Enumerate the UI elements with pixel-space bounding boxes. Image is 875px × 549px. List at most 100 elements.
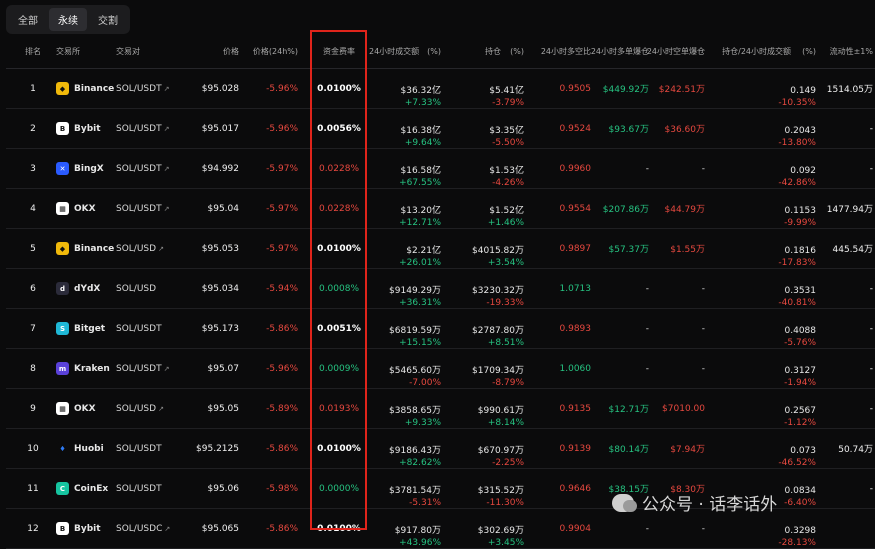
table-row[interactable]: 7 S Bitget SOL/USDT $95.173 -5.86% 0.0051% $681… [6, 309, 875, 349]
short-liq-cell: $7010.00 [662, 403, 705, 414]
rank-cell: 10 [27, 443, 39, 454]
table-row[interactable]: 12 B Bybit SOL/USDC ↗ $95.065 -5.86% 0.0100% $91… [6, 509, 875, 549]
exchange-name[interactable]: Binance [74, 244, 114, 254]
external-link-icon[interactable]: ↗ [164, 525, 170, 533]
header-change[interactable]: 价格(24h%) [246, 35, 298, 68]
volume-cell: $9149.29万 +36.31% [366, 269, 441, 308]
exchange-name[interactable]: OKX [74, 204, 96, 214]
table-row[interactable]: 2 B Bybit SOL/USDT ↗ $95.017 -5.96% 0.0056% $16.… [6, 109, 875, 149]
ls-cell: 0.9554 [559, 203, 592, 214]
table-row[interactable]: 10 ♦ Huobi SOL/USDT $95.2125 -5.86% 0.0100% $91… [6, 429, 875, 469]
header-long-short-ratio[interactable]: 24小时多空比 [531, 35, 591, 68]
table-row[interactable]: 6 d dYdX SOL/USD $95.034 -5.94% 0.0008% $9149.2… [6, 269, 875, 309]
price-cell: $95.034 [201, 283, 239, 294]
volume-change: +9.33% [404, 418, 441, 428]
watermark-text: 公众号 · 话李话外 [642, 495, 778, 515]
exchange-name[interactable]: Bitget [74, 324, 105, 334]
long-liq-cell: $80.14万 [608, 445, 650, 455]
table-row[interactable]: 1 ◆ Binance SOL/USDT ↗ $95.028 -5.96% 0.0100% $3… [6, 69, 875, 109]
rank-cell: 12 [27, 523, 39, 534]
pair-link[interactable]: SOL/USD [116, 244, 156, 254]
huobi-logo-icon: ♦ [56, 442, 69, 455]
oi-cell: $2787.80万 +8.51% [451, 309, 524, 348]
table-row[interactable]: 8 m Kraken SOL/USDT ↗ $95.07 -5.96% 0.0009% $546… [6, 349, 875, 389]
pair-link[interactable]: SOL/USDT [116, 164, 162, 174]
liquidity-cell: - [869, 283, 873, 294]
volume-value: $917.80万 [394, 526, 441, 536]
bybit-logo-icon: B [56, 122, 69, 135]
external-link-icon[interactable]: ↗ [164, 85, 170, 93]
liquidity-cell: 445.54万 [832, 245, 874, 255]
exchange-cell: ◆ Binance [56, 69, 116, 108]
header-funding-rate[interactable]: 资金费率 [309, 35, 369, 68]
oi-value: $1.53亿 [489, 166, 524, 176]
volume-cell: $13.20亿 +12.71% [366, 189, 441, 228]
exchange-name[interactable]: BingX [74, 164, 104, 174]
header-oi-volume[interactable]: 持仓/24小时成交额 [711, 35, 791, 68]
ls-cell: 0.9897 [559, 243, 592, 254]
header-pair[interactable]: 交易对 [116, 35, 186, 68]
oi-vol-cell: 0.1816 -17.83% [711, 229, 816, 268]
external-link-icon[interactable]: ↗ [164, 205, 170, 213]
volume-cell: $6819.59万 +15.15% [366, 309, 441, 348]
header-price[interactable]: 价格 [186, 35, 239, 68]
pair-link[interactable]: SOL/USDT [116, 484, 162, 494]
header-volume[interactable]: 24小时成交额 [369, 35, 429, 68]
oi-value: $302.69万 [477, 526, 524, 536]
pair-link[interactable]: SOL/USD [116, 404, 156, 414]
external-link-icon[interactable]: ↗ [164, 125, 170, 133]
table-row[interactable]: 3 ✕ BingX SOL/USDT ↗ $94.992 -5.97% 0.0228% $16.… [6, 149, 875, 189]
change-cell: -5.98% [266, 483, 298, 494]
funding-cell: 0.0100% [317, 83, 361, 94]
pair-link[interactable]: SOL/USDT [116, 364, 162, 374]
exchange-name[interactable]: Binance [74, 84, 114, 94]
header-liquidity[interactable]: 流动性±1% [821, 35, 873, 68]
pair-link[interactable]: SOL/USDT [116, 324, 162, 334]
header-open-interest[interactable]: 持仓 [476, 35, 501, 68]
exchange-name[interactable]: OKX [74, 404, 96, 414]
table-row[interactable]: 5 ◆ Binance SOL/USD ↗ $95.053 -5.97% 0.0100% $2.… [6, 229, 875, 269]
exchange-name[interactable]: CoinEx [74, 484, 108, 494]
pair-link[interactable]: SOL/USDT [116, 444, 162, 454]
header-long-liquidation[interactable]: 24小时多单爆仓 [591, 35, 649, 68]
dydx-logo-icon: d [56, 282, 69, 295]
change-cell: -5.86% [266, 523, 298, 534]
change-cell: -5.97% [266, 203, 298, 214]
tab-perpetual[interactable]: 永续 [49, 8, 87, 31]
table-row[interactable]: 9 ▦ OKX SOL/USD ↗ $95.05 -5.89% 0.0193% $3858.65… [6, 389, 875, 429]
tab-delivery[interactable]: 交割 [89, 8, 127, 31]
pair-cell: SOL/USDT [116, 469, 186, 508]
pair-link[interactable]: SOL/USDT [116, 84, 162, 94]
exchange-name[interactable]: Kraken [74, 364, 110, 374]
external-link-icon[interactable]: ↗ [158, 405, 164, 413]
header-rank[interactable]: 排名 [6, 35, 60, 68]
oi-change: +3.54% [487, 258, 524, 268]
oi-vol-value: 0.0834 [784, 486, 817, 496]
watermark: 公众号 · 话李话外 [612, 490, 777, 515]
header-oi-pct: (%) [510, 47, 524, 56]
pair-cell: SOL/USD [116, 269, 186, 308]
external-link-icon[interactable]: ↗ [164, 165, 170, 173]
exchange-name[interactable]: Huobi [74, 444, 104, 454]
pair-link[interactable]: SOL/USDT [116, 124, 162, 134]
funding-rate-table: 排名 交易所 交易对 价格 价格(24h%) 资金费率 24小时成交额 (%) … [6, 35, 875, 549]
exchange-name[interactable]: Bybit [74, 524, 101, 534]
external-link-icon[interactable]: ↗ [158, 245, 164, 253]
exchange-name[interactable]: dYdX [74, 284, 100, 294]
header-short-liquidation[interactable]: 24小时空单爆仓 [647, 35, 705, 68]
pair-link[interactable]: SOL/USDC [116, 524, 162, 534]
external-link-icon[interactable]: ↗ [164, 365, 170, 373]
exchange-name[interactable]: Bybit [74, 124, 101, 134]
oi-value: $1.52亿 [489, 206, 524, 216]
oi-change: -5.50% [492, 138, 524, 148]
table-row[interactable]: 4 ▦ OKX SOL/USDT ↗ $95.04 -5.97% 0.0228% $13.20亿… [6, 189, 875, 229]
pair-link[interactable]: SOL/USD [116, 284, 156, 294]
oi-vol-change: -1.12% [784, 418, 816, 428]
pair-cell: SOL/USDC ↗ [116, 509, 186, 548]
tab-all[interactable]: 全部 [9, 8, 47, 31]
volume-value: $3781.54万 [389, 486, 441, 496]
exchange-cell: ✕ BingX [56, 149, 116, 188]
pair-link[interactable]: SOL/USDT [116, 204, 162, 214]
oi-cell: $3.35亿 -5.50% [451, 109, 524, 148]
header-exchange[interactable]: 交易所 [56, 35, 116, 68]
